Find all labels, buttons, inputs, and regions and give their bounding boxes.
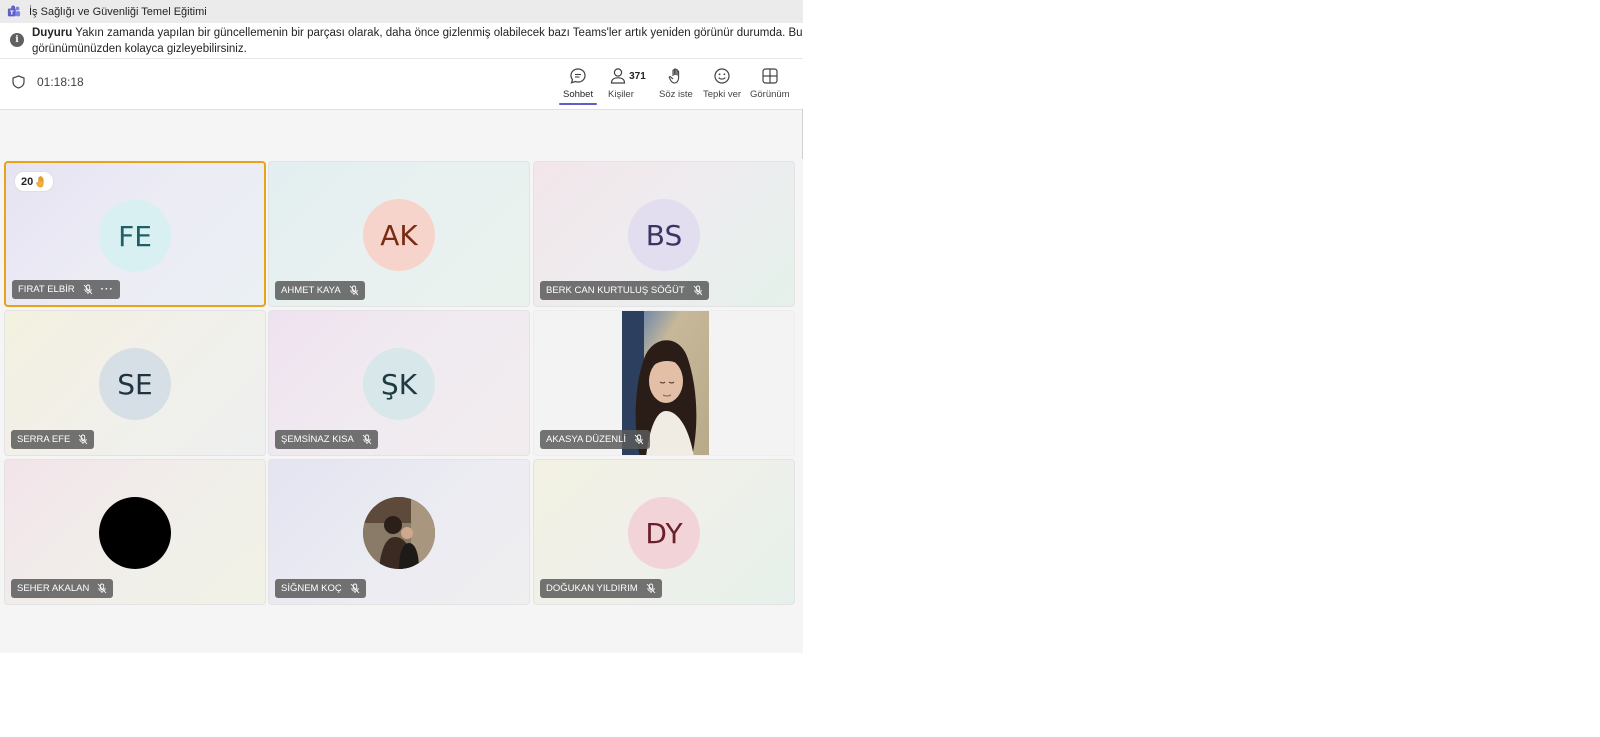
name-tag: FIRAT ELBİR ··· <box>12 280 120 299</box>
title-bar: T İş Sağlığı ve Güvenliği Temel Eğitimi <box>0 0 803 23</box>
mic-off-icon <box>693 285 702 296</box>
name-tag: DOĞUKAN YILDIRIM <box>540 579 662 598</box>
participant-tile[interactable]: SİĞNEM KOÇ <box>268 459 530 605</box>
announcement-line-2: görünümünüzden kolayca gizleyebilirsiniz… <box>32 43 247 55</box>
name-tag: AHMET KAYA <box>275 281 365 300</box>
mic-off-icon <box>362 434 372 445</box>
people-label: Kişiler <box>608 89 634 100</box>
side-panel-divider <box>802 109 803 159</box>
avatar-image <box>363 497 435 569</box>
participant-tile[interactable]: SEHER AKALAN <box>4 459 266 605</box>
smiley-icon <box>714 68 730 84</box>
more-options-icon[interactable]: ··· <box>101 284 114 295</box>
react-button[interactable]: Tepki ver <box>703 65 741 105</box>
mic-off-icon <box>98 583 107 594</box>
raised-hand-count: 20 <box>21 175 34 188</box>
mic-off-icon <box>350 583 360 594</box>
avatar-initials: BS <box>645 218 683 252</box>
name-tag: SEHER AKALAN <box>11 579 114 598</box>
participant-tile[interactable]: AKASYA DÜZENLİ <box>533 310 795 456</box>
grid-view-icon <box>762 68 778 84</box>
participant-tile[interactable]: DY DOĞUKAN YILDIRIM <box>533 459 795 605</box>
raise-hand-button[interactable]: Söz iste <box>659 65 693 105</box>
participant-name: AKASYA DÜZENLİ <box>546 434 627 445</box>
avatar: SE <box>99 348 171 420</box>
participant-name: SİĞNEM KOÇ <box>281 583 342 594</box>
name-tag: AKASYA DÜZENLİ <box>540 430 651 449</box>
raise-hand-label: Söz iste <box>659 89 693 100</box>
name-tag: BERK CAN KURTULUŞ SÖĞÜT <box>540 281 709 300</box>
participant-tile[interactable]: ŞK ŞEMSİNAZ KISA <box>268 310 530 456</box>
name-tag: SİĞNEM KOÇ <box>275 579 366 598</box>
avatar-image <box>99 497 171 569</box>
participant-name: SEHER AKALAN <box>17 583 90 594</box>
mic-off-icon <box>634 434 644 445</box>
shield-icon <box>12 75 25 89</box>
react-label: Tepki ver <box>703 89 742 100</box>
svg-text:T: T <box>10 10 14 16</box>
window-title: İş Sağlığı ve Güvenliği Temel Eğitimi <box>29 5 207 18</box>
mic-off-icon <box>78 434 88 445</box>
raised-hand-badge: 20 <box>14 171 55 192</box>
announcement-banner: i Duyuru Yakın zamanda yapılan bir günce… <box>0 23 803 59</box>
participant-tile[interactable]: SE SERRA EFE <box>4 310 266 456</box>
raised-hand-emoji-icon <box>36 176 44 188</box>
participant-name: FIRAT ELBİR <box>18 284 75 295</box>
participant-tile[interactable]: AK AHMET KAYA <box>268 161 530 307</box>
profile-photo-image <box>363 497 435 569</box>
avatar: DY <box>628 497 700 569</box>
announcement-label: Duyuru <box>32 27 73 39</box>
chat-active-indicator <box>559 103 597 105</box>
participant-name: AHMET KAYA <box>281 285 341 296</box>
name-tag: ŞEMSİNAZ KISA <box>275 430 378 449</box>
participant-name: BERK CAN KURTULUŞ SÖĞÜT <box>546 285 685 296</box>
avatar-initials: DY <box>645 516 683 550</box>
avatar-initials: SE <box>117 367 153 401</box>
timer-text: 01:18:18 <box>37 75 84 89</box>
participant-tile[interactable]: BS BERK CAN KURTULUŞ SÖĞÜT <box>533 161 795 307</box>
avatar: BS <box>628 199 700 271</box>
participant-tile[interactable]: 20 FE FIRAT ELBİR ··· <box>4 161 266 307</box>
person-icon <box>610 68 626 84</box>
participant-name: DOĞUKAN YILDIRIM <box>546 583 638 594</box>
teams-logo-icon: T <box>7 5 21 16</box>
participant-name: ŞEMSİNAZ KISA <box>281 434 354 445</box>
chat-icon <box>570 68 586 84</box>
name-tag: SERRA EFE <box>11 430 95 449</box>
chat-button[interactable]: Sohbet <box>563 65 593 105</box>
avatar: AK <box>363 199 435 271</box>
raise-hand-icon <box>668 68 680 84</box>
avatar-initials: AK <box>380 218 418 252</box>
mic-off-icon <box>646 583 656 594</box>
participant-name: SERRA EFE <box>17 434 71 445</box>
view-label: Görünüm <box>750 89 790 100</box>
people-count: 371 <box>629 70 646 82</box>
people-button[interactable]: 371 Kişiler <box>608 65 648 105</box>
meeting-toolbar: 01:18:18 Sohbet 371 Kişiler Söz iste Tep… <box>0 59 803 110</box>
info-icon: i <box>10 33 24 47</box>
avatar: FE <box>99 200 171 272</box>
avatar: ŞK <box>363 348 435 420</box>
view-button[interactable]: Görünüm <box>750 65 790 105</box>
teams-meeting-window: T İş Sağlığı ve Güvenliği Temel Eğitimi … <box>0 0 803 653</box>
meeting-timer: 01:18:18 <box>12 75 84 89</box>
chat-label: Sohbet <box>563 89 594 100</box>
announcement-line-1: Yakın zamanda yapılan bir güncellemenin … <box>75 27 803 39</box>
announcement-text: Duyuru Yakın zamanda yapılan bir güncell… <box>32 25 803 57</box>
avatar-initials: FE <box>118 219 152 253</box>
avatar-initials: ŞK <box>380 367 418 401</box>
mic-off-icon <box>349 285 358 296</box>
mic-off-icon <box>83 284 93 295</box>
